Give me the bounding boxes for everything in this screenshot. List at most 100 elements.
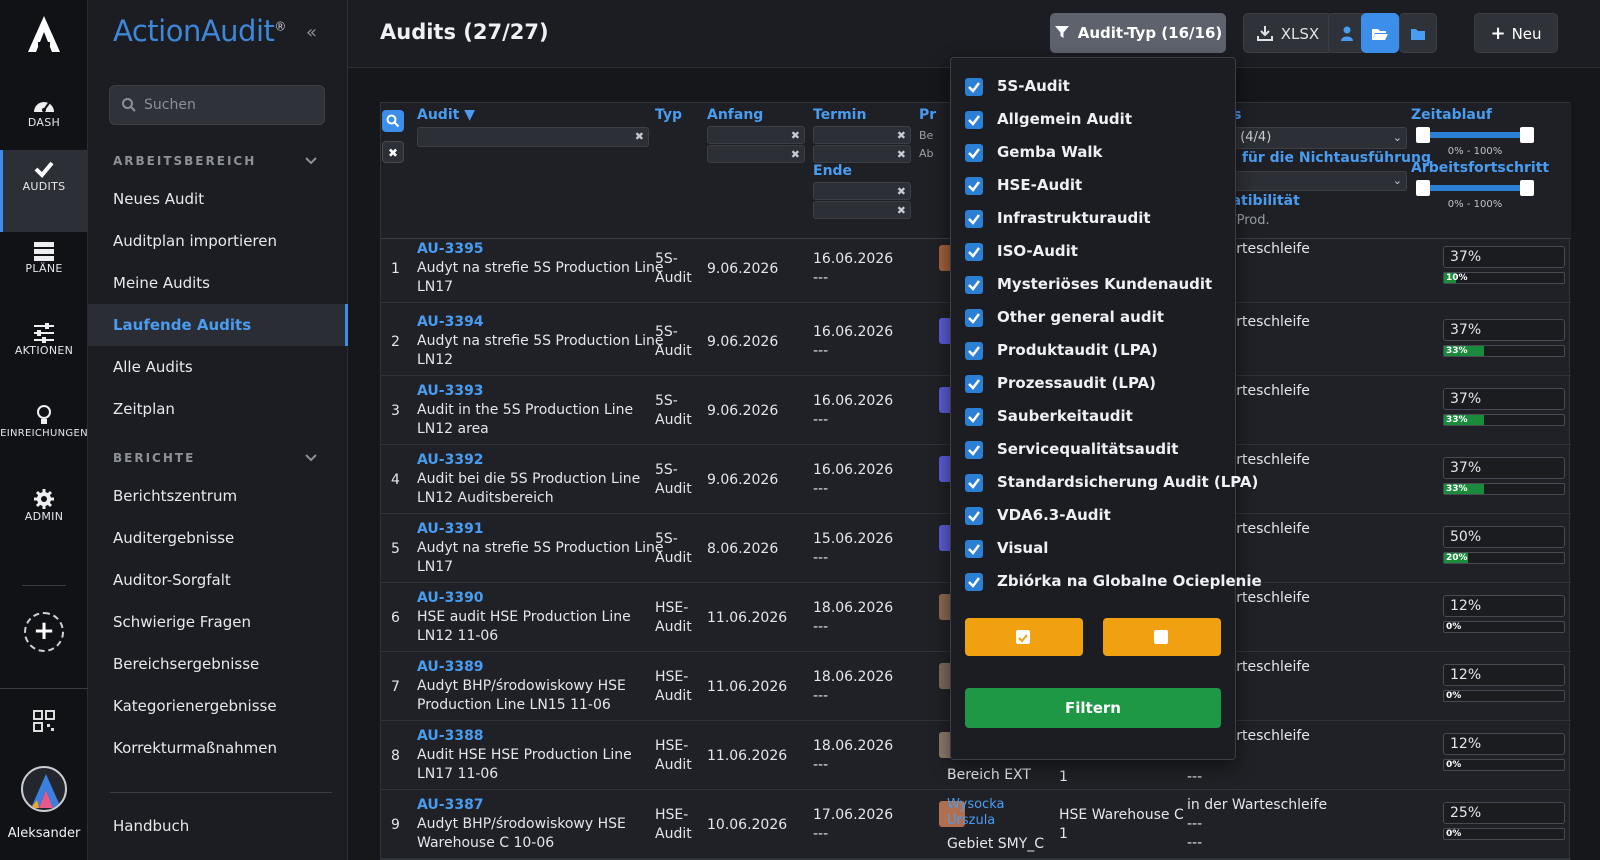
nav-item-handbook[interactable]: Handbuch — [88, 805, 348, 847]
work-range-slider[interactable] — [1416, 180, 1534, 196]
clear-icon[interactable]: ✖ — [635, 130, 644, 143]
audit-type-option[interactable]: VDA6.3-Audit — [965, 502, 1229, 532]
audit-type-option[interactable]: Visual — [965, 535, 1229, 565]
slider-handle[interactable] — [1416, 180, 1430, 196]
status-select[interactable]: atus (4/4) ⌄ — [1207, 127, 1407, 149]
clear-icon[interactable]: ✖ — [791, 129, 800, 142]
audit-id-link[interactable]: AU-3393 — [417, 382, 484, 401]
audit-id-link[interactable]: AU-3394 — [417, 313, 484, 332]
clear-icon[interactable]: ✖ — [897, 185, 906, 198]
nav-item-corrective-actions[interactable]: Korrekturmaßnahmen — [88, 727, 348, 769]
chevron-down-icon[interactable] — [304, 154, 318, 168]
checkbox-checked-icon[interactable] — [965, 474, 983, 492]
nav-item-all-audits[interactable]: Alle Audits — [88, 346, 348, 388]
column-header-type[interactable]: Typ — [655, 107, 682, 123]
audit-type-option[interactable]: 5S-Audit — [965, 73, 1229, 103]
audit-type-option[interactable]: Produktaudit (LPA) — [965, 337, 1229, 367]
clear-filters-icon[interactable]: ✖ — [382, 141, 404, 163]
nav-item-area-results[interactable]: Bereichsergebnisse — [88, 643, 348, 685]
audit-id-link[interactable]: AU-3395 — [417, 240, 484, 259]
audit-filter-input[interactable]: ✖ — [417, 127, 649, 147]
nav-item-schedule[interactable]: Zeitplan — [88, 388, 348, 430]
audit-type-option[interactable]: Prozessaudit (LPA) — [965, 370, 1229, 400]
rail-item-submissions[interactable]: EINREICHUNGEN — [0, 396, 88, 478]
add-plus-icon[interactable]: + — [24, 612, 64, 652]
checkbox-checked-icon[interactable] — [965, 507, 983, 525]
brand-logo[interactable]: ActionAudit® — [113, 14, 286, 48]
search-table-icon[interactable] — [382, 110, 404, 132]
audit-type-option[interactable]: Infrastrukturaudit — [965, 205, 1229, 235]
checkbox-checked-icon[interactable] — [965, 243, 983, 261]
reason-select[interactable]: ⌄ — [1207, 171, 1407, 191]
nav-item-audit-results[interactable]: Auditergebnisse — [88, 517, 348, 559]
column-header-work-progress[interactable]: Arbeitsfortschritt — [1411, 160, 1549, 176]
audit-id-link[interactable]: AU-3387 — [417, 796, 484, 815]
nav-item-auditor-diligence[interactable]: Auditor-Sorgfalt — [88, 559, 348, 601]
checkbox-checked-icon[interactable] — [965, 375, 983, 393]
user-avatar[interactable] — [21, 766, 67, 812]
audit-type-option[interactable]: Mysteriöses Kundenaudit — [965, 271, 1229, 301]
column-header-due[interactable]: Termin — [813, 107, 866, 123]
checkbox-checked-icon[interactable] — [965, 144, 983, 162]
select-none-button[interactable] — [1103, 618, 1221, 656]
collapse-sidebar-icon[interactable]: « — [306, 22, 317, 43]
audit-type-option[interactable]: Other general audit — [965, 304, 1229, 334]
sidebar-search-input[interactable]: Suchen — [109, 85, 325, 125]
select-all-button[interactable] — [965, 618, 1083, 656]
nav-item-new-audit[interactable]: Neues Audit — [88, 178, 348, 220]
audit-id-link[interactable]: AU-3391 — [417, 520, 484, 539]
start-to-input[interactable]: ✖ — [707, 145, 805, 163]
checkbox-checked-icon[interactable] — [965, 309, 983, 327]
new-audit-button[interactable]: + Neu — [1474, 13, 1558, 53]
time-range-slider[interactable] — [1416, 127, 1534, 143]
audit-type-option[interactable]: Servicequalitätsaudit — [965, 436, 1229, 466]
end-to-input[interactable]: ✖ — [813, 201, 911, 219]
due-to-input[interactable]: ✖ — [813, 145, 911, 163]
checkbox-checked-icon[interactable] — [965, 111, 983, 129]
checkbox-checked-icon[interactable] — [965, 573, 983, 591]
clear-icon[interactable]: ✖ — [897, 204, 906, 217]
nav-item-difficult-questions[interactable]: Schwierige Fragen — [88, 601, 348, 643]
user-name[interactable]: Aleksander — [0, 826, 88, 841]
qr-code-icon[interactable] — [33, 710, 55, 732]
checkbox-checked-icon[interactable] — [965, 441, 983, 459]
view-folder-button[interactable] — [1399, 13, 1437, 53]
nav-item-my-audits[interactable]: Meine Audits — [88, 262, 348, 304]
nav-item-import-plan[interactable]: Auditplan importieren — [88, 220, 348, 262]
audit-type-option[interactable]: Gemba Walk — [965, 139, 1229, 169]
checkbox-checked-icon[interactable] — [965, 210, 983, 228]
column-header-start[interactable]: Anfang — [707, 107, 763, 123]
audit-type-option[interactable]: Standardsicherung Audit (LPA) — [965, 469, 1258, 499]
slider-handle[interactable] — [1520, 127, 1534, 143]
column-header-time-elapsed[interactable]: Zeitablauf — [1411, 107, 1492, 123]
column-header-end[interactable]: Ende — [813, 163, 852, 179]
rail-item-plans[interactable]: PLÄNE — [0, 232, 88, 314]
column-header-person[interactable]: Pr — [919, 107, 936, 123]
audit-id-link[interactable]: AU-3389 — [417, 658, 484, 677]
rail-item-admin[interactable]: ADMIN — [0, 480, 88, 562]
checkbox-checked-icon[interactable] — [965, 78, 983, 96]
end-from-input[interactable]: ✖ — [813, 182, 911, 200]
export-xlsx-button[interactable]: XLSX — [1243, 13, 1333, 53]
checkbox-checked-icon[interactable] — [965, 177, 983, 195]
auditor-name-link[interactable]: Urszula — [947, 813, 995, 829]
audit-type-option[interactable]: ISO-Audit — [965, 238, 1229, 268]
audit-id-link[interactable]: AU-3392 — [417, 451, 484, 470]
audit-id-link[interactable]: AU-3388 — [417, 727, 484, 746]
slider-handle[interactable] — [1416, 127, 1430, 143]
nav-item-category-results[interactable]: Kategorienergebnisse — [88, 685, 348, 727]
column-header-reason[interactable]: und für die Nichtausführung — [1207, 150, 1431, 166]
nav-item-running-audits[interactable]: Laufende Audits — [88, 304, 348, 346]
audit-type-option[interactable]: Allgemein Audit — [965, 106, 1229, 136]
clear-icon[interactable]: ✖ — [791, 148, 800, 161]
audit-type-option[interactable]: Zbiórka na Globalne Ocieplenie — [965, 568, 1262, 598]
due-from-input[interactable]: ✖ — [813, 126, 911, 144]
apply-filter-button[interactable]: Filtern — [965, 688, 1221, 728]
app-logo-icon[interactable] — [24, 14, 64, 54]
column-header-audit[interactable]: Audit ▼ — [417, 107, 475, 123]
table-row[interactable]: 9 AU-3387 Audyt BHP/środowiskowy HSE Wareho… — [381, 791, 1571, 859]
view-open-folder-button[interactable] — [1361, 13, 1399, 53]
checkbox-checked-icon[interactable] — [965, 408, 983, 426]
rail-item-audits[interactable]: AUDITS — [0, 150, 88, 232]
audit-type-option[interactable]: HSE-Audit — [965, 172, 1229, 202]
